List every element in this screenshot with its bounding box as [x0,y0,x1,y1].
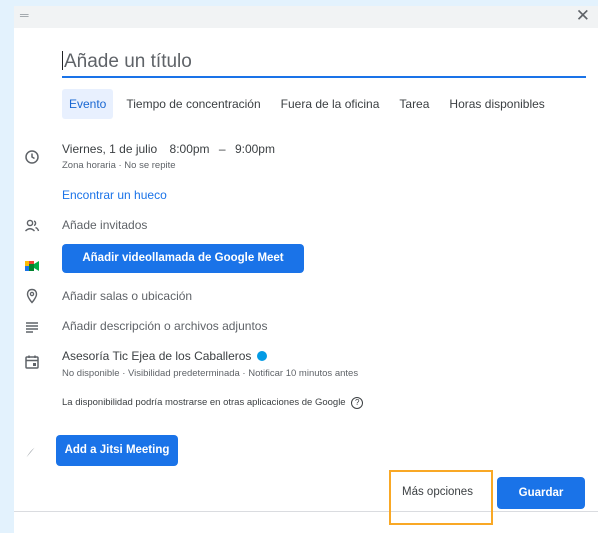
add-google-meet-button[interactable]: Añadir videollamada de Google Meet [62,244,304,273]
availability-note: La disponibilidad podría mostrarse en ot… [62,397,364,409]
clock-icon [25,150,39,164]
dialog-topbar[interactable]: ═ ✕ [14,6,598,28]
bottom-divider [14,511,598,512]
title-input[interactable]: Añade un título [62,48,586,78]
add-guests-field[interactable]: Añade invitados [62,218,147,232]
tab-tiempo-concentracion[interactable]: Tiempo de concentración [119,89,267,119]
event-dialog: ═ ✕ Añade un título Evento Tiempo de con… [14,6,598,533]
location-pin-icon [26,288,38,304]
people-icon [25,219,40,232]
calendar-details[interactable]: No disponible · Visibilidad predetermina… [62,368,358,379]
add-jitsi-meeting-button[interactable]: Add a Jitsi Meeting [56,435,178,466]
find-slot-link[interactable]: Encontrar un hueco [62,188,167,202]
calendar-icon [25,355,39,369]
availability-note-text: La disponibilidad podría mostrarse en ot… [62,397,346,408]
calendar-color-dot[interactable] [257,351,268,361]
event-date[interactable]: Viernes, 1 de julio [62,142,157,156]
description-lines-icon [26,322,38,333]
drag-handle-icon[interactable]: ═ [20,8,29,22]
calendar-name[interactable]: Asesoría Tic Ejea de los Caballeros [62,349,251,363]
end-time[interactable]: 9:00pm [235,142,275,156]
tab-horas-disponibles[interactable]: Horas disponibles [442,89,551,119]
location-field[interactable]: Añadir salas o ubicación [62,289,192,303]
google-meet-icon [25,261,39,271]
timezone-recurrence[interactable]: Zona horaria · No se repite [62,160,176,171]
text-caret [62,51,63,70]
tab-tarea[interactable]: Tarea [392,89,436,119]
datetime-row[interactable]: Viernes, 1 de julio 8:00pm – 9:00pm [62,142,275,156]
close-button[interactable]: ✕ [576,6,590,26]
title-placeholder: Añade un título [64,51,192,72]
tab-evento[interactable]: Evento [62,89,114,119]
description-field[interactable]: Añadir descripción o archivos adjuntos [62,319,267,333]
tab-fuera-oficina[interactable]: Fuera de la oficina [274,89,387,119]
event-type-tabs: Evento Tiempo de concentración Fuera de … [62,89,558,119]
calendar-selector[interactable]: Asesoría Tic Ejea de los Caballeros [62,349,268,363]
start-time[interactable]: 8:00pm [170,142,210,156]
help-icon[interactable]: ? [351,397,364,409]
jitsi-feather-icon [26,447,35,458]
save-button[interactable]: Guardar [497,477,585,509]
more-options-highlight-box [389,470,493,525]
time-separator: – [218,142,226,156]
